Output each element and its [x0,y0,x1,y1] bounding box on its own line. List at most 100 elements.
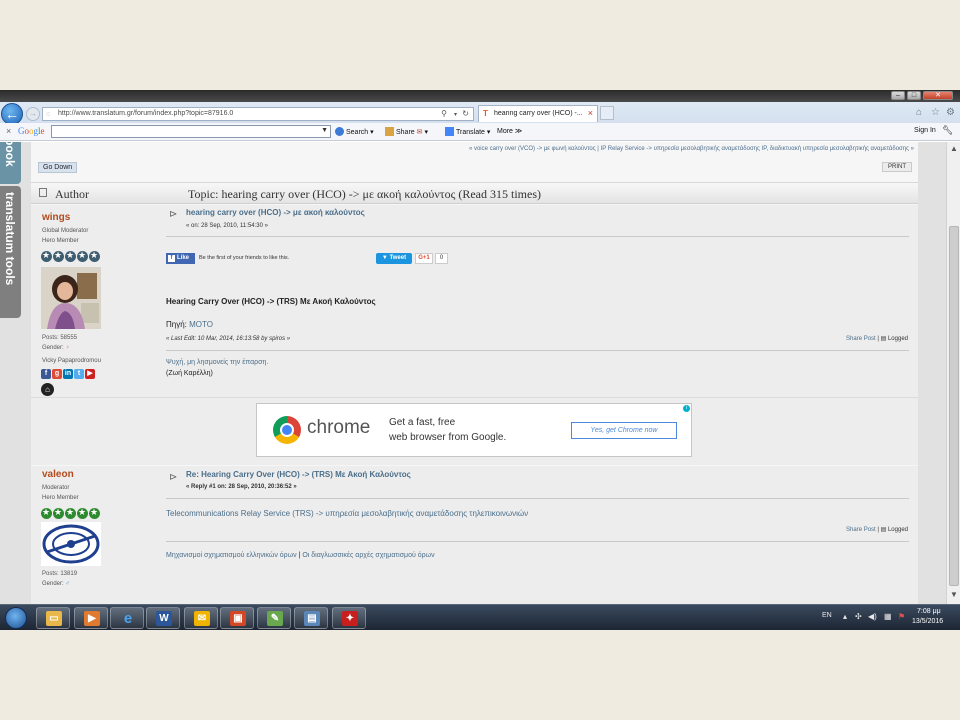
show-hidden-icons[interactable]: ▴ [843,612,847,621]
ad-brand: chrome [307,417,371,438]
post-title[interactable]: Re: Hearing Carry Over (HCO) -> (TRS) Με… [186,470,411,479]
google-search-input[interactable]: ▼ [51,125,331,138]
start-button[interactable] [5,607,27,629]
volume-icon[interactable]: ◀) [868,612,877,621]
refresh-icon[interactable]: ↻ [462,109,469,118]
star-icon [41,250,52,262]
adchoices-icon[interactable]: i [683,405,690,412]
toolbar-translate-button[interactable]: Translate ▾ [445,127,490,136]
last-edit: « Last Edit: 10 Mar, 2014, 16:13:58 by s… [166,336,291,342]
poster-name[interactable]: valeon [42,469,74,480]
chrome-ad[interactable]: chrome Get a fast, free web browser from… [256,403,692,457]
window-titlebar: – □ ✕ [0,90,960,102]
maximize-button[interactable]: □ [907,91,921,100]
google-plus-button[interactable]: G+1 [415,253,433,264]
mail-icon: ✉ [194,611,210,626]
scroll-up-icon[interactable]: ▲ [950,144,958,153]
logged-label: Logged [887,336,908,342]
rank-stars [41,507,101,521]
translatum-tools-side-tab[interactable]: translatum tools [0,186,21,318]
share-post-link[interactable]: Share Post [846,527,876,533]
post-title[interactable]: hearing carry over (HCO) -> με ακοή καλο… [186,208,365,217]
translatum-favicon: T [483,109,488,118]
taskbar-paint[interactable]: ✎ [257,607,291,629]
scroll-thumb[interactable] [949,226,959,586]
taskbar-outlook[interactable]: ✉ [184,607,218,629]
dropdown-icon[interactable]: ▾ [454,111,457,118]
minimize-button[interactable]: – [891,91,905,100]
wrench-icon[interactable]: 🔧︎ [942,125,953,136]
sign-in-button[interactable]: Sign In [914,127,936,134]
tweet-button[interactable]: ▼ Tweet [376,253,412,264]
close-tab-icon[interactable]: × [588,108,593,118]
clock-time[interactable]: 7:08 μμ [917,608,941,615]
page-icon: ◌ [46,111,51,118]
pdf-icon: ✦ [342,611,358,626]
address-url[interactable]: http://www.translatum.gr/forum/index.php… [58,110,233,117]
tab-active[interactable]: T hearing carry over (HCO) -... × [478,105,598,122]
avatar[interactable] [41,522,101,566]
linkedin-icon[interactable]: in [63,369,73,379]
close-window-button[interactable]: ✕ [923,91,953,100]
google-plus-icon[interactable]: g [52,369,62,379]
taskbar-media-player[interactable]: ▶ [74,607,108,629]
real-name: Vicky Papaprodromou [42,358,101,364]
scroll-down-icon[interactable]: ▼ [950,590,958,599]
post-icon: ⊳ [169,472,178,483]
home-icon[interactable]: ⌂ [916,107,922,118]
media-player-icon: ▶ [84,611,100,626]
twitter-icon: ▼ [381,255,390,261]
share-post-link[interactable]: Share Post [846,336,876,342]
chevron-down-icon[interactable]: ▼ [321,127,328,134]
website-icon[interactable]: ⌂ [41,383,54,396]
new-tab-button[interactable] [600,106,614,120]
clock-date[interactable]: 13/5/2016 [912,618,943,625]
profile-social-links: f g in t ▶ [41,368,96,379]
taskbar-app-red[interactable]: ▣ [220,607,254,629]
taskbar-window[interactable]: ▤ [294,607,328,629]
source-link[interactable]: MOTO [189,320,213,329]
signature-link[interactable]: Μηχανισμοί σχηματισμού ελληνικών όρων [166,552,297,559]
twitter-icon[interactable]: t [74,369,84,379]
poster-name[interactable]: wings [42,212,70,223]
toolbar-more-button[interactable]: More ≫ [497,127,522,135]
logged-label: Logged [887,527,908,533]
close-toolbar-icon[interactable]: × [6,126,11,136]
post-body-link[interactable]: Telecommunications Relay Service (TRS) -… [166,509,528,518]
address-bar[interactable]: ◌ http://www.translatum.gr/forum/index.p… [42,107,474,121]
go-down-button[interactable]: Go Down [38,162,78,173]
vertical-scrollbar[interactable]: ▲ ▼ [946,142,960,604]
search-icon[interactable]: ⚲ [441,109,447,118]
avatar[interactable] [41,267,101,329]
print-button[interactable]: PRINT [882,162,912,172]
google-logo: Google [18,126,45,136]
facebook-side-tab[interactable]: book [0,142,21,184]
toolbar-share-button[interactable]: Share ✉ ▾ [385,127,428,136]
signature-author: (Ζωή Καρέλλη) [166,370,213,377]
taskbar-internet-explorer[interactable]: e [110,607,144,629]
facebook-icon[interactable]: f [41,369,51,379]
taskbar-word[interactable]: W [146,607,180,629]
facebook-like-button[interactable]: f Like [166,253,195,264]
post-wings: wings Global Moderator Hero Member ★★★★★… [31,205,918,397]
divider [166,236,909,237]
ad-text-line1: Get a fast, free [389,417,456,428]
chrome-logo-icon [273,416,301,444]
taskbar-acrobat[interactable]: ✦ [332,607,366,629]
language-indicator[interactable]: EN [822,612,832,619]
word-icon: W [156,611,172,626]
taskbar-explorer[interactable]: ▭ [36,607,70,629]
topic-navigation[interactable]: « voice carry over (VCO) -> με φωνή καλο… [469,146,914,152]
forward-button[interactable]: → [26,107,40,121]
flag-icon[interactable]: ⚑ [898,612,905,621]
ad-cta-button[interactable]: Yes, get Chrome now [571,422,677,439]
signature-link[interactable]: Οι διαγλωσσικές αρχές σχηματισμού όρων [302,552,434,559]
toolbar-search-button[interactable]: Search ▾ [335,127,374,136]
favorites-icon[interactable]: ☆ [931,107,940,118]
sync-icon[interactable]: ✣ [855,612,862,621]
settings-icon[interactable]: ⚙ [946,107,955,118]
post-actions: Share Post | ▤ Logged [846,336,908,342]
youtube-icon[interactable]: ▶ [85,369,95,379]
back-button[interactable]: ← [1,103,23,125]
network-icon[interactable]: ▦ [884,612,892,621]
